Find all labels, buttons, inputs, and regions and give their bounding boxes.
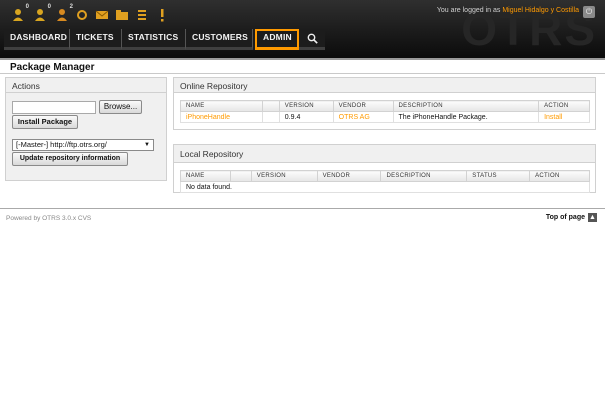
header-divider bbox=[0, 58, 605, 60]
actions-heading: Actions bbox=[6, 78, 166, 93]
package-version: 0.9.4 bbox=[278, 111, 334, 123]
package-vendor-link[interactable]: OTRS AG bbox=[332, 111, 394, 123]
tab-dashboard[interactable]: DASHBOARD bbox=[4, 29, 70, 50]
tab-statistics[interactable]: STATISTICS bbox=[122, 29, 186, 50]
user-link[interactable]: Miguel Hidalgo y Costilla bbox=[502, 7, 579, 14]
page-title: Package Manager bbox=[10, 62, 95, 73]
search-icon[interactable] bbox=[299, 29, 325, 50]
browse-button[interactable]: Browse... bbox=[99, 100, 142, 114]
online-repository-panel: Online Repository NAME VERSION VENDOR DE… bbox=[173, 77, 596, 130]
column-header[interactable]: NAME bbox=[180, 100, 263, 112]
table-header-row: NAME VERSION VENDOR DESCRIPTION STATUS A… bbox=[180, 170, 590, 182]
local-repository-table: NAME VERSION VENDOR DESCRIPTION STATUS A… bbox=[180, 170, 590, 193]
header-bar: OTRS 0 0 2 You are logged in as Miguel H… bbox=[0, 0, 605, 58]
tab-tickets[interactable]: TICKETS bbox=[70, 29, 122, 50]
column-header[interactable]: ACTION bbox=[538, 100, 590, 112]
column-header[interactable]: VERSION bbox=[250, 170, 318, 182]
table-header-row: NAME VERSION VENDOR DESCRIPTION ACTION bbox=[180, 100, 590, 112]
table-row: iPhoneHandle 0.9.4 OTRS AG The iPhoneHan… bbox=[180, 111, 590, 123]
column-header bbox=[261, 100, 280, 112]
column-header[interactable]: VERSION bbox=[278, 100, 334, 112]
column-header[interactable]: DESCRIPTION bbox=[380, 170, 468, 182]
new-mail-icon[interactable] bbox=[94, 7, 110, 23]
install-package-button[interactable]: Install Package bbox=[12, 115, 78, 129]
column-header[interactable]: DESCRIPTION bbox=[392, 100, 540, 112]
list-icon[interactable] bbox=[134, 7, 150, 23]
locked-tickets-icon[interactable]: 0 bbox=[10, 4, 29, 23]
column-header[interactable]: NAME bbox=[180, 170, 231, 182]
tab-customers[interactable]: CUSTOMERS bbox=[186, 29, 253, 50]
reload-icon[interactable] bbox=[74, 7, 90, 23]
local-repository-panel: Local Repository NAME VERSION VENDOR DES… bbox=[173, 144, 596, 193]
tab-admin[interactable]: ADMIN bbox=[255, 29, 299, 50]
repository-select[interactable]: [-Master-] http://ftp.otrs.org/ ▼ bbox=[12, 139, 154, 151]
dropdown-arrow-icon: ▼ bbox=[144, 142, 150, 148]
empty-message: No data found. bbox=[180, 181, 590, 193]
online-repository-table: NAME VERSION VENDOR DESCRIPTION ACTION i… bbox=[180, 100, 590, 123]
main-navigation: DASHBOARD TICKETS STATISTICS CUSTOMERS A… bbox=[4, 29, 325, 50]
footer-divider bbox=[0, 208, 605, 209]
column-header[interactable]: VENDOR bbox=[316, 170, 382, 182]
alert-icon[interactable] bbox=[154, 7, 170, 23]
update-repository-button[interactable]: Update repository information bbox=[12, 152, 128, 166]
column-header[interactable]: STATUS bbox=[466, 170, 531, 182]
arrow-up-icon[interactable]: ▲ bbox=[588, 213, 597, 222]
folder-icon[interactable] bbox=[114, 7, 130, 23]
responsible-tickets-icon[interactable]: 2 bbox=[54, 4, 73, 23]
watched-tickets-icon[interactable]: 0 bbox=[32, 4, 51, 23]
online-repository-heading: Online Repository bbox=[174, 78, 595, 93]
local-repository-heading: Local Repository bbox=[174, 145, 595, 163]
table-row: No data found. bbox=[180, 181, 590, 193]
column-header bbox=[229, 170, 252, 182]
package-name-link[interactable]: iPhoneHandle bbox=[180, 111, 263, 123]
powered-by-text: Powered by OTRS 3.0.x CVS bbox=[6, 215, 92, 222]
column-header[interactable]: VENDOR bbox=[332, 100, 394, 112]
login-info: You are logged in as Miguel Hidalgo y Co… bbox=[436, 7, 579, 14]
install-link[interactable]: Install bbox=[538, 111, 590, 123]
package-description: The iPhoneHandle Package. bbox=[392, 111, 540, 123]
package-file-input[interactable] bbox=[12, 101, 96, 114]
logout-icon[interactable]: ⏻ bbox=[583, 6, 595, 18]
title-divider bbox=[0, 73, 605, 74]
column-header[interactable]: ACTION bbox=[529, 170, 590, 182]
actions-panel: Actions Browse... Install Package [-Mast… bbox=[5, 77, 167, 181]
top-of-page-link[interactable]: Top of page bbox=[546, 214, 585, 221]
